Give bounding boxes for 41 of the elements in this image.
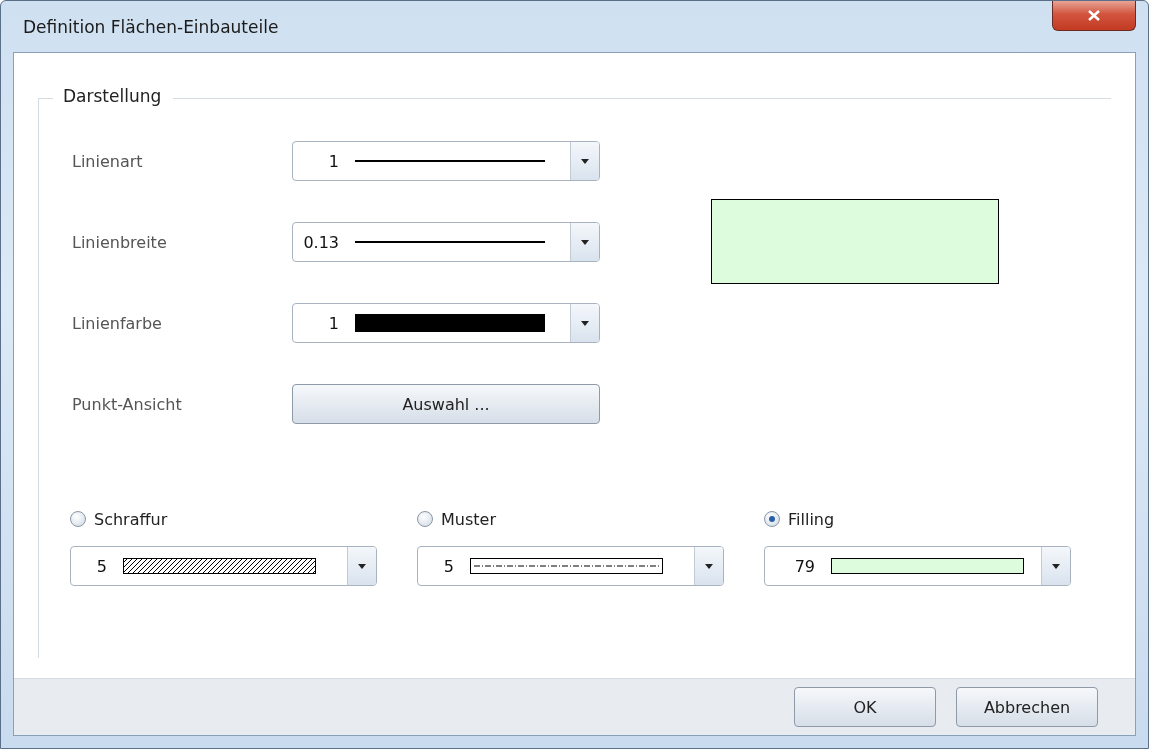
hatch-pattern-icon [123, 558, 316, 574]
color-sample-icon [355, 314, 545, 332]
field-label: Linienfarbe [72, 313, 163, 333]
dropdown-arrow-icon [1052, 563, 1060, 569]
dropdown-field[interactable]: 1 [292, 303, 600, 343]
dropdown-arrow-icon [581, 320, 589, 326]
dropdown-button[interactable] [694, 547, 723, 585]
dropdown-arrow-icon [358, 563, 366, 569]
dropdown-arrow-icon [705, 563, 713, 569]
dropdown-field[interactable]: 5 [70, 546, 377, 586]
select-button[interactable]: Auswahl ... [292, 384, 600, 424]
radio-option[interactable]: Filling [764, 508, 1111, 530]
dropdown-field[interactable]: 1 [292, 141, 600, 181]
dash-pattern-icon [470, 558, 663, 574]
dropdown-field[interactable]: 79 [764, 546, 1071, 586]
radio-option[interactable]: Schraffur [70, 508, 417, 530]
close-icon [1088, 10, 1100, 21]
dropdown-arrow-icon [581, 239, 589, 245]
radio-label: Muster [441, 509, 496, 529]
window-title: Definition Flächen-Einbauteile [23, 16, 279, 37]
dropdown-field[interactable]: 0.13 [292, 222, 600, 262]
cancel-button[interactable]: Abbrechen [956, 687, 1098, 727]
group-title: Darstellung [53, 86, 174, 106]
field-label: Linienart [72, 151, 144, 171]
dropdown-button[interactable] [570, 142, 599, 180]
dropdown-field[interactable]: 5 [417, 546, 724, 586]
dropdown-arrow-icon [581, 158, 589, 164]
dropdown-button[interactable] [1041, 547, 1070, 585]
dropdown-button[interactable] [570, 223, 599, 261]
line-sample-icon [355, 240, 545, 244]
dropdown-button[interactable] [347, 547, 376, 585]
dropdown-button[interactable] [570, 304, 599, 342]
line-sample-icon [355, 159, 545, 163]
ok-button[interactable]: OK [794, 687, 936, 727]
fill-sample-icon [831, 558, 1024, 574]
field-label: Linienbreite [72, 232, 168, 252]
radio-label: Filling [788, 509, 835, 529]
close-button[interactable] [1052, 1, 1136, 31]
radio-option[interactable]: Muster [417, 508, 764, 530]
field-label: Punkt-Ansicht [72, 394, 183, 414]
radio-label: Schraffur [94, 509, 168, 529]
